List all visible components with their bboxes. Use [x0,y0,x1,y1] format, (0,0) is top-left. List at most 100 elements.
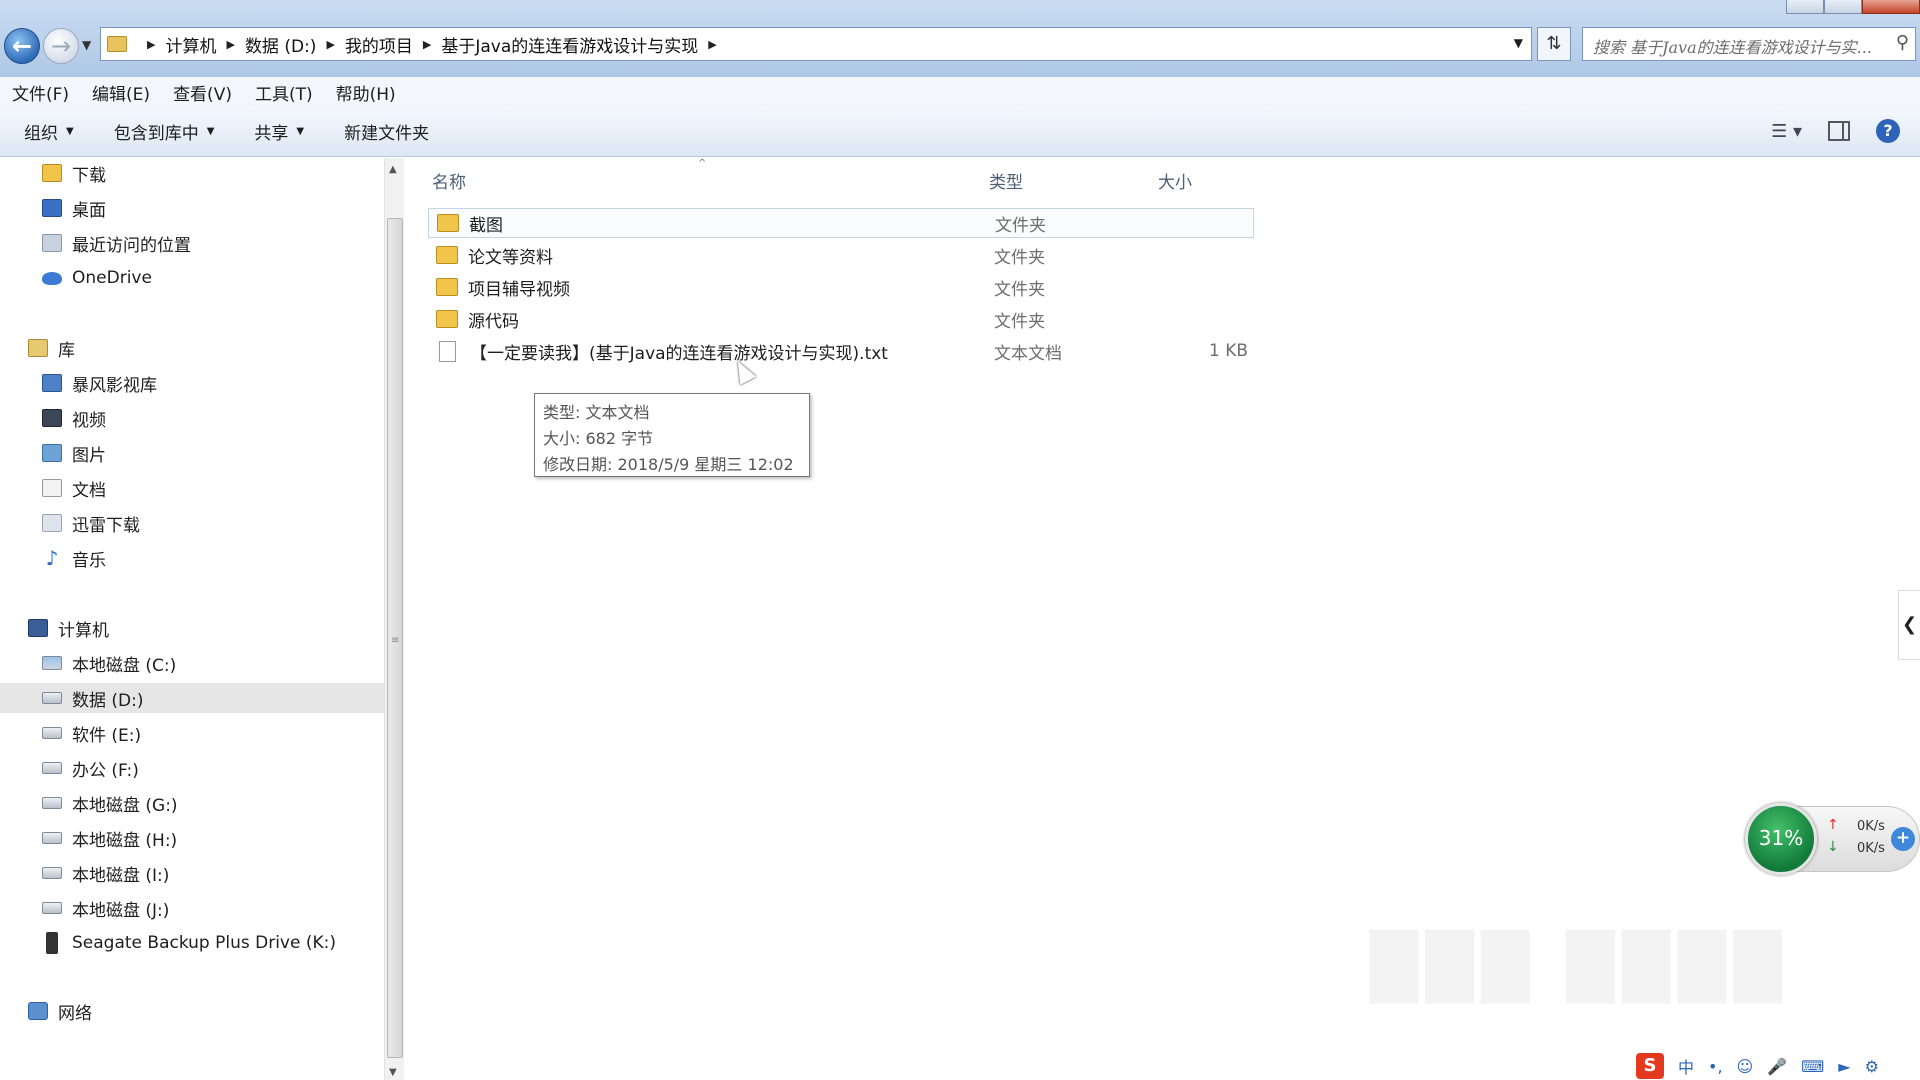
nav-item-pictures[interactable]: 图片 [42,438,106,468]
microphone-icon[interactable]: 🎤 [1767,1057,1787,1076]
nav-item-label: 本地磁盘 (H:) [72,830,178,851]
file-row[interactable]: 【一定要读我】(基于Java的连连看游戏设计与实现).txt 文本文档 1 KB [428,336,1254,366]
tools-icon[interactable]: ⚙ [1865,1057,1879,1076]
nav-item-videos[interactable]: 视频 [42,403,106,433]
file-name: 项目辅导视频 [468,279,570,300]
nav-item-libraries[interactable]: 库 [28,333,75,363]
address-bar[interactable]: ▶ 计算机 ▶ 数据 (D:) ▶ 我的项目 ▶ 基于Java的连连看游戏设计与实现 ▶… [100,27,1532,61]
nav-item-label: 数据 (D:) [72,690,144,711]
breadcrumb-separator-icon[interactable]: ▶ [147,38,155,51]
keyboard-icon[interactable]: ⌨ [1801,1057,1824,1076]
nav-item-recent-places[interactable]: 最近访问的位置 [42,228,191,258]
breadcrumb-separator-icon[interactable]: ▶ [226,38,234,51]
nav-item-drive-e[interactable]: 软件 (E:) [42,718,141,748]
organize-button[interactable]: 组织 ▼ [24,119,74,144]
collapse-side-panel-button[interactable]: ❮ [1898,590,1920,660]
navigation-pane: 下载 桌面 最近访问的位置 OneDrive 库 暴风影视库 视频 图片 文档 … [0,158,384,1080]
menu-bar: 文件(F) 编辑(E) 查看(V) 工具(T) 帮助(H) [0,77,1920,107]
file-row[interactable]: 截图 文件夹 [428,208,1254,238]
minimize-button[interactable] [1786,0,1824,14]
file-type: 文本文档 [994,343,1062,364]
nav-item-music[interactable]: ♪ 音乐 [42,543,106,573]
nav-item-drive-g[interactable]: 本地磁盘 (G:) [42,788,178,818]
breadcrumb-my-projects[interactable]: 我的项目 [345,32,413,57]
file-type: 文件夹 [994,279,1045,300]
nav-item-network[interactable]: 网络 [28,996,92,1026]
menu-help[interactable]: 帮助(H) [336,80,396,105]
nav-item-drive-c[interactable]: 本地磁盘 (C:) [42,648,176,678]
breadcrumb-current-folder[interactable]: 基于Java的连连看游戏设计与实现 [441,32,698,57]
upload-arrow-icon: ↑ [1827,817,1839,833]
nav-item-drive-k[interactable]: Seagate Backup Plus Drive (K:) [42,928,336,958]
file-row[interactable]: 论文等资料 文件夹 [428,240,1254,270]
new-folder-button[interactable]: 新建文件夹 [344,119,429,144]
column-header-name[interactable]: 名称 [432,168,466,193]
column-header-size[interactable]: 大小 [1158,168,1192,193]
share-button[interactable]: 共享 ▼ [254,119,304,144]
libraries-icon [28,339,48,357]
emoji-icon[interactable]: ☺ [1737,1057,1754,1076]
nav-item-drive-j[interactable]: 本地磁盘 (J:) [42,893,169,923]
scroll-down-icon[interactable]: ▼ [389,1067,397,1078]
breadcrumb-separator-icon[interactable]: ▶ [326,38,334,51]
scroll-up-icon[interactable]: ▲ [389,164,397,175]
punctuation-icon[interactable]: •, [1708,1057,1723,1076]
back-button[interactable]: ← [4,28,40,64]
skin-icon[interactable]: ► [1838,1057,1850,1076]
grip-icon: ≡ [391,635,400,646]
breadcrumb-computer[interactable]: 计算机 [165,32,216,57]
file-row[interactable]: 源代码 文件夹 [428,304,1254,334]
nav-item-downloads[interactable]: 下载 [42,158,106,188]
nav-item-media-library[interactable]: 暴风影视库 [42,368,157,398]
scrollbar-thumb[interactable]: ≡ [387,218,403,1058]
nav-item-drive-f[interactable]: 办公 (F:) [42,753,139,783]
nav-item-thunder-downloads[interactable]: 迅雷下载 [42,508,140,538]
file-type: 文件夹 [994,247,1045,268]
sogou-ime-icon[interactable]: S [1636,1053,1664,1079]
address-dropdown-icon[interactable]: ▼ [1514,36,1523,50]
breadcrumb-separator-icon[interactable]: ▶ [708,38,716,51]
forward-arrow-icon: → [50,32,72,60]
nav-item-label: 本地磁盘 (C:) [72,655,177,676]
refresh-button[interactable]: ⇅ [1537,27,1571,61]
nav-item-label: Seagate Backup Plus Drive (K:) [72,933,336,953]
menu-edit[interactable]: 编辑(E) [92,80,150,105]
nav-item-label: 网络 [58,1003,92,1024]
recent-pages-dropdown[interactable]: ▼ [82,38,91,52]
nav-item-drive-d[interactable]: 数据 (D:) [0,683,384,713]
nav-item-drive-i[interactable]: 本地磁盘 (I:) [42,858,169,888]
navigation-scrollbar[interactable]: ▲ ≡ ▼ [384,158,404,1080]
nav-item-computer[interactable]: 计算机 [28,613,109,643]
file-row[interactable]: 项目辅导视频 文件夹 [428,272,1254,302]
nav-item-label: 办公 (F:) [72,760,139,781]
drive-icon [42,867,62,879]
menu-file[interactable]: 文件(F) [12,80,69,105]
nav-item-drive-h[interactable]: 本地磁盘 (H:) [42,823,177,853]
search-input[interactable]: 搜索 基于Java的连连看游戏设计与实... ⚲ [1582,27,1916,61]
search-icon[interactable]: ⚲ [1896,32,1909,53]
change-view-icon[interactable]: ☰ ▾ [1771,121,1802,142]
desktop-icon [42,199,62,217]
menu-view[interactable]: 查看(V) [173,80,232,105]
include-in-library-button[interactable]: 包含到库中 ▼ [114,119,215,144]
pictures-library-icon [42,444,62,462]
breadcrumb-separator-icon[interactable]: ▶ [423,38,431,51]
preview-pane-icon[interactable] [1828,121,1850,141]
refresh-icon: ⇅ [1546,33,1562,54]
help-icon[interactable]: ? [1876,119,1900,143]
computer-icon [28,619,48,637]
forward-button[interactable]: → [43,28,79,64]
maximize-button[interactable] [1824,0,1862,14]
menu-tools[interactable]: 工具(T) [255,80,313,105]
column-header-type[interactable]: 类型 [989,168,1023,193]
boost-plus-icon[interactable]: + [1891,827,1915,851]
nav-item-desktop[interactable]: 桌面 [42,193,106,223]
organize-label: 组织 [24,124,58,144]
breadcrumb-drive-d[interactable]: 数据 (D:) [245,32,317,57]
nav-item-documents[interactable]: 文档 [42,473,106,503]
network-speed-widget[interactable]: 31% ↑ 0K/s ↓ 0K/s + [1745,803,1920,875]
ime-language-indicator[interactable]: 中 [1678,1054,1694,1078]
close-button[interactable] [1862,0,1920,14]
nav-item-onedrive[interactable]: OneDrive [42,263,152,293]
memory-usage-gauge[interactable]: 31% [1745,803,1817,875]
